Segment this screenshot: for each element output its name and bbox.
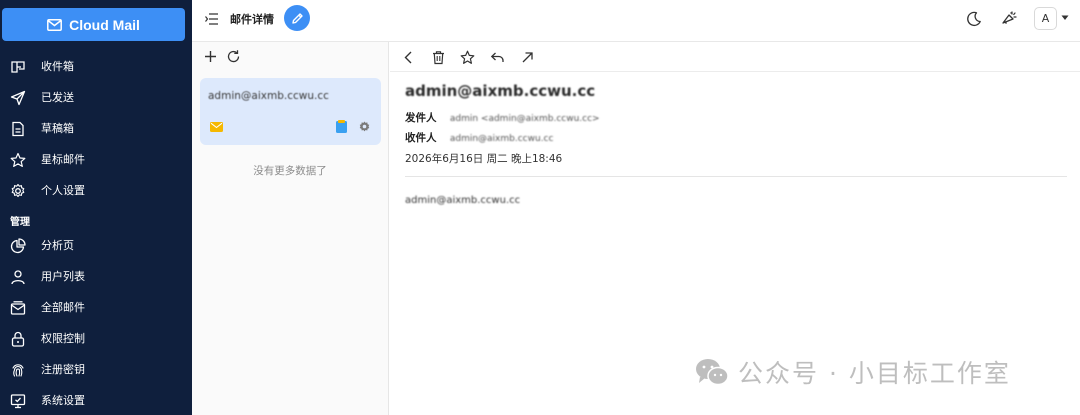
mail-list-panel: admin@aixmb.ccwu.cc 没有更多数据了 xyxy=(192,42,389,415)
mail-list-item-sender: admin@aixmb.ccwu.cc xyxy=(208,90,329,102)
mail-list-item[interactable]: admin@aixmb.ccwu.cc xyxy=(200,78,381,145)
plus-icon[interactable] xyxy=(203,49,218,64)
mail-icon xyxy=(47,18,63,31)
sidebar-item-label: 全部邮件 xyxy=(41,301,85,314)
menu-fold-icon[interactable] xyxy=(204,11,220,27)
forward-arrow-icon[interactable] xyxy=(520,50,535,65)
sidebar-item-label: 个人设置 xyxy=(41,184,85,197)
moon-icon[interactable] xyxy=(966,11,982,27)
brand-label: Cloud Mail xyxy=(69,16,140,33)
watermark-text: 公众号 · 小目标工作室 xyxy=(738,359,1011,388)
sidebar-item-label: 系统设置 xyxy=(41,394,85,407)
sidebar-item-inbox[interactable]: 收件箱 xyxy=(0,52,192,82)
sidebar-item-sent[interactable]: 已发送 xyxy=(0,83,192,113)
sidebar-item-all-mail[interactable]: 全部邮件 xyxy=(0,293,192,323)
unread-envelope-icon xyxy=(210,122,223,132)
mail-to-row: 收件人 admin@aixmb.ccwu.cc xyxy=(405,130,553,145)
divider xyxy=(405,176,1067,177)
mail-date: 2026年6月16日 周二 晚上18:46 xyxy=(405,153,563,165)
chevron-down-icon[interactable] xyxy=(1061,15,1069,21)
from-label: 发件人 xyxy=(405,112,437,124)
sidebar-item-label: 权限控制 xyxy=(41,332,85,345)
mail-subject: admin@aixmb.ccwu.cc xyxy=(405,82,596,100)
sidebar-item-label: 星标邮件 xyxy=(41,153,85,166)
inbox-icon xyxy=(10,59,26,75)
sidebar: Cloud Mail 收件箱 已发送 草稿箱 星标邮件 个人设置 管理 分析页 … xyxy=(0,0,192,415)
trash-icon[interactable] xyxy=(431,50,446,65)
page-title: 邮件详情 xyxy=(230,13,274,26)
star-icon xyxy=(10,152,26,168)
admin-section-label: 管理 xyxy=(10,217,30,228)
sidebar-item-label: 注册密钥 xyxy=(41,363,85,376)
star-icon[interactable] xyxy=(460,50,475,65)
sidebar-item-permissions[interactable]: 权限控制 xyxy=(0,324,192,354)
gear-icon[interactable] xyxy=(358,120,371,133)
sidebar-item-personal-settings[interactable]: 个人设置 xyxy=(0,176,192,206)
to-value: admin@aixmb.ccwu.cc xyxy=(449,134,554,144)
to-label: 收件人 xyxy=(405,132,437,144)
avatar[interactable]: A xyxy=(1034,7,1057,30)
sidebar-item-registration-keys[interactable]: 注册密钥 xyxy=(0,355,192,385)
monitor-settings-icon xyxy=(10,393,26,409)
reply-icon[interactable] xyxy=(490,50,505,65)
pencil-icon xyxy=(291,12,304,25)
back-arrow-icon[interactable] xyxy=(401,50,416,65)
brand-button[interactable]: Cloud Mail xyxy=(2,8,185,41)
lock-icon xyxy=(10,331,26,347)
no-more-data-hint: 没有更多数据了 xyxy=(253,165,327,177)
gear-icon xyxy=(10,183,26,199)
sidebar-item-label: 分析页 xyxy=(41,239,74,252)
send-icon xyxy=(10,90,26,106)
user-icon xyxy=(10,269,26,285)
sidebar-item-label: 已发送 xyxy=(41,91,74,104)
fingerprint-icon xyxy=(10,362,26,378)
mail-body: admin@aixmb.ccwu.cc xyxy=(405,195,521,206)
watermark: 公众号 · 小目标工作室 xyxy=(694,354,1011,390)
refresh-icon[interactable] xyxy=(226,49,241,64)
mail-stack-icon xyxy=(10,300,26,316)
mail-detail-toolbar xyxy=(390,42,1080,72)
sidebar-item-user-list[interactable]: 用户列表 xyxy=(0,262,192,292)
sidebar-item-label: 收件箱 xyxy=(41,60,74,73)
announcement-icon[interactable] xyxy=(1000,10,1018,28)
mail-from-row: 发件人 admin <admin@aixmb.ccwu.cc> xyxy=(405,110,600,125)
sidebar-item-drafts[interactable]: 草稿箱 xyxy=(0,114,192,144)
sidebar-item-starred[interactable]: 星标邮件 xyxy=(0,145,192,175)
sidebar-item-label: 用户列表 xyxy=(41,270,85,283)
compose-button[interactable] xyxy=(284,5,310,31)
bookmark-icon xyxy=(336,120,347,133)
wechat-icon xyxy=(694,357,730,387)
pie-chart-icon xyxy=(10,238,26,254)
top-bar: 邮件详情 A xyxy=(192,0,1080,42)
mail-list-toolbar xyxy=(192,42,388,72)
sidebar-item-analytics[interactable]: 分析页 xyxy=(0,231,192,261)
sidebar-item-system-settings[interactable]: 系统设置 xyxy=(0,386,192,415)
draft-icon xyxy=(10,121,26,137)
from-value: admin <admin@aixmb.ccwu.cc> xyxy=(449,114,600,124)
sidebar-item-label: 草稿箱 xyxy=(41,122,74,135)
